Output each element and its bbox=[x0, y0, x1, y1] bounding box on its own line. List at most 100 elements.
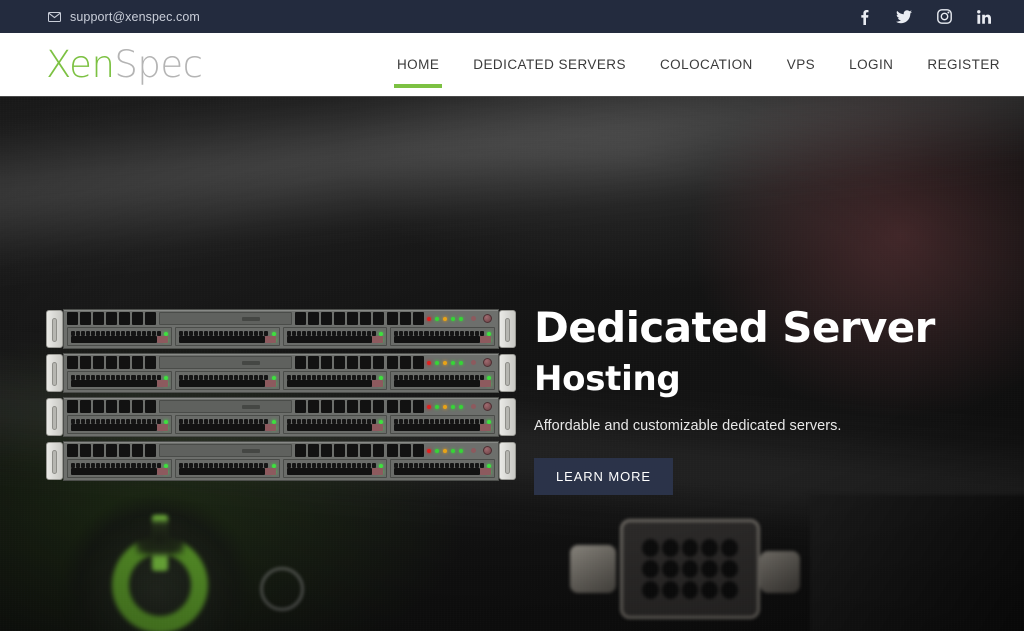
status-led-row bbox=[427, 312, 495, 325]
twitter-icon[interactable] bbox=[896, 9, 912, 25]
drive-bay bbox=[67, 459, 172, 478]
status-led-orange bbox=[443, 317, 447, 321]
chassis-blank-panel bbox=[159, 444, 292, 457]
drive-bay bbox=[175, 415, 280, 434]
chassis-top-row bbox=[67, 400, 495, 413]
nav-item-colocation[interactable]: COLOCATION bbox=[643, 33, 770, 97]
chassis-top-row bbox=[67, 444, 495, 457]
rack-ear-left bbox=[46, 310, 63, 348]
status-led-green bbox=[459, 317, 463, 321]
server-chassis bbox=[63, 309, 499, 349]
power-button-icon bbox=[483, 446, 492, 455]
drive-bay bbox=[390, 371, 495, 390]
status-led-orange bbox=[443, 361, 447, 365]
hero-content: Dedicated Server Hosting Affordable and … bbox=[534, 307, 954, 495]
nav-item-dedicated-servers[interactable]: DEDICATED SERVERS bbox=[456, 33, 643, 97]
hero-banner: Dedicated Server Hosting Affordable and … bbox=[0, 97, 1024, 631]
drive-bay bbox=[67, 415, 172, 434]
status-led-green bbox=[451, 405, 455, 409]
status-led-green bbox=[459, 361, 463, 365]
drive-bay-row bbox=[67, 327, 495, 346]
status-led-row bbox=[427, 356, 495, 369]
rack-ear-left bbox=[46, 398, 63, 436]
vent-group bbox=[67, 356, 156, 369]
drive-bay bbox=[175, 371, 280, 390]
support-email-link[interactable]: support@xenspec.com bbox=[70, 10, 200, 24]
drive-bay-row bbox=[67, 459, 495, 478]
rack-ear-right bbox=[499, 442, 516, 480]
drive-bay bbox=[175, 459, 280, 478]
reset-button-icon bbox=[471, 404, 476, 409]
nav-item-login[interactable]: LOGIN bbox=[832, 33, 910, 97]
vent-group bbox=[387, 400, 424, 413]
topbar-contact: support@xenspec.com bbox=[48, 10, 200, 24]
status-led-orange bbox=[443, 405, 447, 409]
status-led-green bbox=[451, 317, 455, 321]
drive-bay bbox=[283, 327, 388, 346]
nav-item-register[interactable]: REGISTER bbox=[910, 33, 1000, 97]
site-logo[interactable]: XenSpec bbox=[46, 46, 203, 83]
power-button-icon bbox=[483, 314, 492, 323]
status-led-row bbox=[427, 400, 495, 413]
chassis-top-row bbox=[67, 356, 495, 369]
vent-group bbox=[67, 400, 156, 413]
drive-bay-row bbox=[67, 371, 495, 390]
chassis-blank-panel bbox=[159, 312, 292, 325]
drive-bay bbox=[67, 327, 172, 346]
rack-ear-right bbox=[499, 398, 516, 436]
drive-bay bbox=[390, 459, 495, 478]
linkedin-icon[interactable] bbox=[976, 9, 992, 25]
drive-bay bbox=[175, 327, 280, 346]
vent-group bbox=[295, 312, 384, 325]
drive-bay bbox=[283, 459, 388, 478]
status-led-green bbox=[435, 317, 439, 321]
drive-bay bbox=[390, 415, 495, 434]
hero-title-line2: Hosting bbox=[534, 362, 954, 397]
power-button-icon bbox=[483, 358, 492, 367]
server-unit bbox=[46, 353, 516, 393]
status-led-green bbox=[451, 361, 455, 365]
status-led-green bbox=[435, 405, 439, 409]
hero-subtitle: Affordable and customizable dedicated se… bbox=[534, 418, 954, 434]
chassis-blank-panel bbox=[159, 400, 292, 413]
instagram-icon[interactable] bbox=[936, 9, 952, 25]
rack-ear-right bbox=[499, 354, 516, 392]
reset-button-icon bbox=[471, 448, 476, 453]
main-navigation: HOME DEDICATED SERVERS COLOCATION VPS LO… bbox=[380, 33, 1000, 97]
server-chassis bbox=[63, 441, 499, 481]
reset-button-icon bbox=[471, 316, 476, 321]
status-led-red bbox=[427, 449, 431, 453]
nav-item-vps[interactable]: VPS bbox=[770, 33, 832, 97]
status-led-green bbox=[435, 449, 439, 453]
status-led-row bbox=[427, 444, 495, 457]
hero-title-line1: Dedicated Server bbox=[534, 303, 935, 352]
server-unit bbox=[46, 441, 516, 481]
envelope-icon bbox=[48, 12, 61, 22]
status-led-green bbox=[459, 405, 463, 409]
server-chassis bbox=[63, 353, 499, 393]
server-unit bbox=[46, 397, 516, 437]
drive-bay bbox=[283, 415, 388, 434]
vent-group bbox=[387, 356, 424, 369]
status-led-orange bbox=[443, 449, 447, 453]
chassis-top-row bbox=[67, 312, 495, 325]
rack-ear-left bbox=[46, 442, 63, 480]
status-led-red bbox=[427, 361, 431, 365]
vent-group bbox=[67, 312, 156, 325]
status-led-green bbox=[451, 449, 455, 453]
server-unit bbox=[46, 309, 516, 349]
vent-group bbox=[387, 444, 424, 457]
facebook-icon[interactable] bbox=[856, 9, 872, 25]
reset-button-icon bbox=[471, 360, 476, 365]
top-utility-bar: support@xenspec.com bbox=[0, 0, 1024, 33]
logo-text-primary: Xen bbox=[46, 46, 114, 83]
chassis-blank-panel bbox=[159, 356, 292, 369]
drive-bay bbox=[390, 327, 495, 346]
nav-item-home[interactable]: HOME bbox=[380, 33, 456, 97]
status-led-red bbox=[427, 405, 431, 409]
learn-more-button[interactable]: LEARN MORE bbox=[534, 458, 673, 495]
status-led-red bbox=[427, 317, 431, 321]
social-links bbox=[856, 9, 992, 25]
server-chassis bbox=[63, 397, 499, 437]
server-rack-illustration bbox=[46, 309, 516, 485]
